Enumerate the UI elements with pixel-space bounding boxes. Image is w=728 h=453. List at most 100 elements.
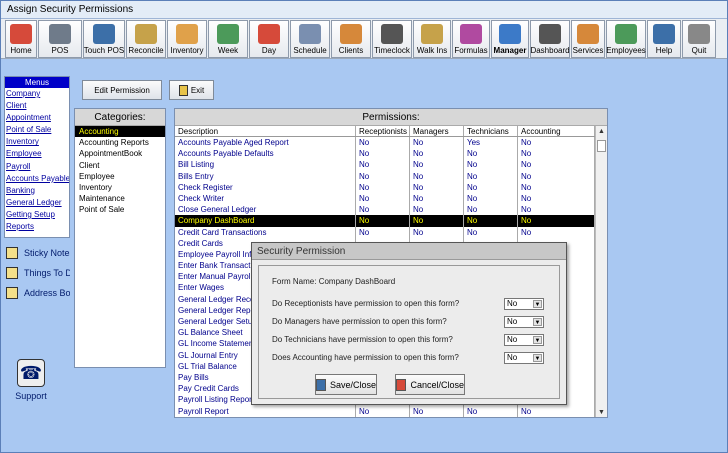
- table-cell: No: [518, 170, 595, 182]
- column-header-technicians[interactable]: Technicians: [464, 126, 518, 136]
- help-icon: [653, 24, 675, 44]
- toolbar-walk-ins-button[interactable]: Walk Ins: [413, 20, 451, 58]
- toolbar-services-button[interactable]: Services: [571, 20, 605, 58]
- support-label: Support: [15, 391, 47, 401]
- table-cell: Accounts Payable Defaults: [175, 148, 356, 160]
- toolbar-quit-button[interactable]: Quit: [682, 20, 716, 58]
- menu-item-point-of-sale[interactable]: Point of Sale: [5, 124, 69, 136]
- toolbar-day-button[interactable]: Day: [249, 20, 289, 58]
- menu-item-client[interactable]: Client: [5, 100, 69, 112]
- toolbar-button-label: Day: [261, 46, 277, 55]
- table-cell: No: [356, 148, 410, 160]
- side-link-address-book[interactable]: Address Book: [4, 283, 70, 303]
- toolbar-button-label: POS: [51, 46, 69, 55]
- side-link-things-to-do[interactable]: Things To Do: [4, 263, 70, 283]
- table-row[interactable]: Accounts Payable Aged Report No No Yes No: [175, 137, 607, 149]
- column-header-managers[interactable]: Managers: [410, 126, 464, 136]
- chevron-down-icon[interactable]: ▼: [533, 318, 542, 326]
- toolbar-formulas-button[interactable]: Formulas: [452, 20, 490, 58]
- table-row[interactable]: Bills Entry No No No No: [175, 170, 607, 182]
- menu-item-banking[interactable]: Banking: [5, 185, 69, 197]
- scroll-thumb[interactable]: [597, 140, 606, 152]
- table-row[interactable]: Company DashBoard No No No No: [175, 215, 607, 227]
- scroll-up-icon[interactable]: ▲: [596, 126, 607, 137]
- clients-icon: [340, 24, 362, 44]
- column-header-receptionists[interactable]: Receptionists: [356, 126, 410, 136]
- table-cell: No: [464, 159, 518, 171]
- table-cell: No: [356, 405, 410, 417]
- toolbar-touch-pos-button[interactable]: Touch POS: [83, 20, 125, 58]
- category-item-maintenance[interactable]: Maintenance: [75, 193, 165, 204]
- table-row[interactable]: Check Writer No No No No: [175, 192, 607, 205]
- toolbar-button-label: Week: [217, 46, 239, 55]
- table-row[interactable]: Payroll Report No No No No: [175, 405, 607, 417]
- table-cell: No: [410, 215, 464, 227]
- category-item-client[interactable]: Client: [75, 160, 165, 171]
- side-link-sticky-notes[interactable]: Sticky Notes: [4, 243, 70, 263]
- table-row[interactable]: Close General Ledger No No No No: [175, 204, 607, 216]
- exit-button[interactable]: Exit: [169, 80, 214, 100]
- chevron-down-icon[interactable]: ▼: [533, 300, 542, 308]
- toolbar-week-button[interactable]: Week: [208, 20, 248, 58]
- toolbar-button-label: Walk Ins: [416, 46, 448, 55]
- toolbar-manager-button[interactable]: Manager: [491, 20, 529, 58]
- menu-item-getting-setup[interactable]: Getting Setup: [5, 209, 69, 221]
- toolbar-clients-button[interactable]: Clients: [331, 20, 371, 58]
- permission-select[interactable]: No ▼: [504, 298, 544, 310]
- table-row[interactable]: Bill Listing No No No No: [175, 159, 607, 171]
- toolbar-reconcile-button[interactable]: Reconcile: [126, 20, 166, 58]
- toolbar-schedule-button[interactable]: Schedule: [290, 20, 330, 58]
- toolbar-dashboard-button[interactable]: Dashboard: [530, 20, 570, 58]
- timeclock-icon: [381, 24, 403, 44]
- exit-icon: [178, 84, 188, 96]
- category-item-inventory[interactable]: Inventory: [75, 182, 165, 193]
- permission-question-label: Does Accounting have permission to open …: [272, 353, 459, 362]
- cancel-close-button[interactable]: Cancel/Close: [395, 374, 465, 395]
- chevron-down-icon[interactable]: ▼: [533, 336, 542, 344]
- permissions-scrollbar[interactable]: ▲ ▼: [595, 126, 607, 417]
- category-item-accounting[interactable]: Accounting: [75, 126, 165, 138]
- toolbar-button-label: Quit: [691, 46, 707, 55]
- category-item-accounting-reports[interactable]: Accounting Reports: [75, 137, 165, 148]
- form-name-value: Company DashBoard: [318, 277, 396, 286]
- table-row[interactable]: Check Register No No No No: [175, 181, 607, 193]
- category-item-appointmentbook[interactable]: AppointmentBook: [75, 148, 165, 159]
- menu-item-employee[interactable]: Employee: [5, 148, 69, 160]
- menu-item-general-ledger[interactable]: General Ledger: [5, 197, 69, 209]
- column-header-accounting[interactable]: Accounting: [518, 126, 595, 136]
- table-cell: No: [410, 148, 464, 160]
- menu-item-accounts-payable[interactable]: Accounts Payable: [5, 173, 69, 185]
- categories-panel: Categories: Accounting Accounting Reports…: [74, 108, 166, 368]
- permission-select[interactable]: No ▼: [504, 352, 544, 364]
- edit-permission-button[interactable]: Edit Permission: [82, 80, 162, 100]
- permission-select[interactable]: No ▼: [504, 334, 544, 346]
- scroll-down-icon[interactable]: ▼: [596, 407, 607, 417]
- quit-icon: [688, 24, 710, 44]
- column-header-description[interactable]: Description: [175, 126, 356, 136]
- chevron-down-icon[interactable]: ▼: [533, 354, 542, 362]
- toolbar-timeclock-button[interactable]: Timeclock: [372, 20, 412, 58]
- table-cell: No: [518, 181, 595, 193]
- save-close-button[interactable]: Save/Close: [315, 374, 377, 395]
- touch-pos-icon: [93, 24, 115, 44]
- menu-item-reports[interactable]: Reports: [5, 221, 69, 233]
- toolbar-home-button[interactable]: Home: [5, 20, 37, 58]
- support-button[interactable]: ☎ Support: [9, 359, 53, 401]
- table-cell: No: [464, 405, 518, 417]
- toolbar-inventory-button[interactable]: Inventory: [167, 20, 207, 58]
- toolbar-pos-button[interactable]: POS: [38, 20, 82, 58]
- toolbar-employees-button[interactable]: Employees: [606, 20, 646, 58]
- category-item-point-of-sale[interactable]: Point of Sale: [75, 204, 165, 215]
- toolbar-help-button[interactable]: Help: [647, 20, 681, 58]
- table-cell: No: [518, 226, 595, 238]
- menu-item-payroll[interactable]: Payroll: [5, 161, 69, 173]
- category-item-employee[interactable]: Employee: [75, 171, 165, 182]
- main-toolbar: Home POS Touch POS Reconcile Inventory Week Da…: [1, 19, 727, 59]
- menu-item-appointment[interactable]: Appointment: [5, 112, 69, 124]
- table-cell: No: [410, 226, 464, 238]
- menu-item-inventory[interactable]: Inventory: [5, 136, 69, 148]
- permission-select[interactable]: No ▼: [504, 316, 544, 328]
- menu-item-company[interactable]: Company: [5, 88, 69, 100]
- table-row[interactable]: Accounts Payable Defaults No No No No: [175, 148, 607, 160]
- table-row[interactable]: Credit Card Transactions No No No No: [175, 226, 607, 238]
